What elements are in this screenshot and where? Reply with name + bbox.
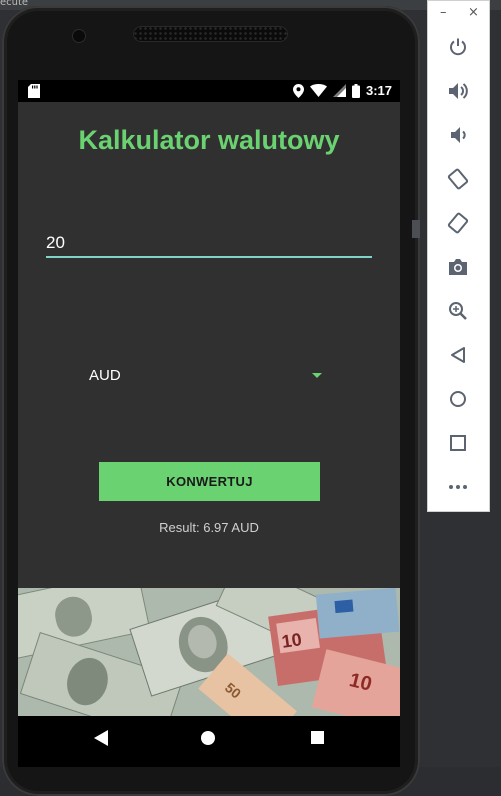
screenshot-button[interactable] [444, 253, 472, 281]
navigation-bar [18, 716, 400, 767]
power-button[interactable] [444, 33, 472, 61]
volume-up-icon [449, 83, 468, 99]
result-text: Result: 6.97 AUD [159, 520, 259, 535]
nav-recent-apps-icon[interactable] [311, 731, 324, 744]
wifi-icon [309, 84, 327, 97]
host-tab-text: ecute [0, 0, 29, 8]
rotate-right-button[interactable] [444, 209, 472, 237]
zoom-icon [449, 302, 467, 320]
host-side-marker [412, 220, 420, 238]
location-icon [292, 83, 304, 98]
svg-text:10: 10 [280, 629, 303, 652]
volume-down-button[interactable] [444, 121, 472, 149]
back-icon [451, 347, 465, 363]
more-icon [449, 485, 467, 489]
status-time: 3:17 [365, 83, 392, 98]
rotate-left-button[interactable] [444, 165, 472, 193]
rotate-left-icon [447, 168, 469, 190]
power-icon [450, 38, 466, 56]
status-bar: 3:17 [18, 80, 400, 102]
back-button[interactable] [444, 341, 472, 369]
overview-button[interactable] [444, 429, 472, 457]
front-camera [73, 30, 85, 42]
overview-icon [450, 435, 466, 451]
nav-back-icon[interactable] [94, 730, 108, 746]
money-banknotes-image: 10 10 50 [18, 588, 400, 716]
nav-home-icon[interactable] [201, 731, 215, 745]
earpiece-speaker [133, 26, 288, 42]
camera-icon [449, 259, 467, 275]
currency-spinner[interactable]: AUD [80, 362, 330, 390]
cell-signal-icon [332, 84, 346, 97]
volume-down-icon [451, 127, 466, 143]
dropdown-arrow-icon [312, 373, 322, 378]
emulator-toolbar: – × [427, 0, 490, 512]
volume-up-button[interactable] [444, 77, 472, 105]
amount-input[interactable] [46, 230, 372, 258]
banknotes-illustration: 10 10 50 [18, 588, 400, 716]
currency-selected-value: AUD [89, 367, 121, 384]
convert-button[interactable]: KONWERTUJ [99, 462, 320, 501]
app-title: Kalkulator walutowy [78, 125, 340, 155]
home-icon [450, 391, 466, 407]
more-button[interactable] [444, 473, 472, 501]
device-screen: 3:17 Kalkulator walutowy AUD KONWERTUJ R… [18, 80, 400, 767]
zoom-button[interactable] [444, 297, 472, 325]
minimize-button[interactable]: – [440, 5, 447, 20]
close-button[interactable]: × [468, 5, 479, 20]
rotate-right-icon [447, 212, 469, 234]
home-button[interactable] [444, 385, 472, 413]
sd-card-icon [28, 84, 40, 98]
battery-icon [351, 83, 360, 98]
